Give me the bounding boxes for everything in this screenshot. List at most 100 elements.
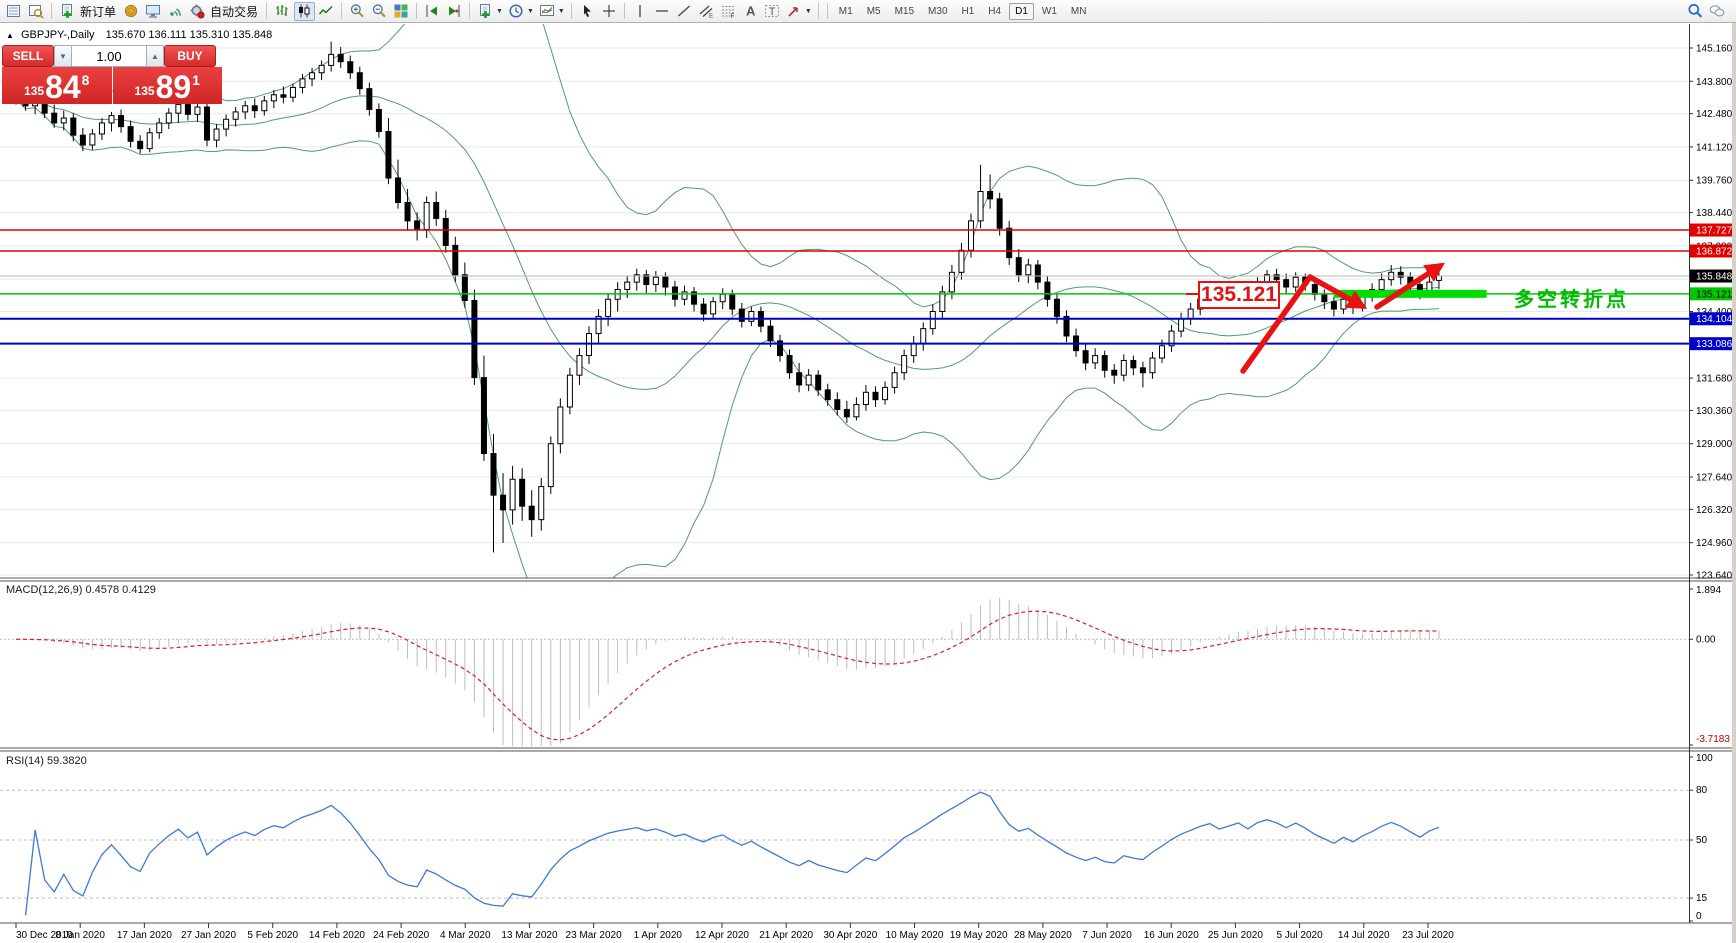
date-label: 30 Apr 2020	[823, 930, 877, 941]
buy-price-sup: 1	[192, 72, 200, 88]
toolbar-separator	[469, 3, 470, 19]
volume-increase-button[interactable]: ▲	[146, 45, 164, 67]
candle-body	[1093, 356, 1098, 363]
candle-body	[138, 141, 143, 148]
timeframe-button-D1[interactable]: D1	[1009, 3, 1034, 20]
timeframe-button-M1[interactable]: M1	[833, 3, 859, 20]
candle-body	[1131, 360, 1136, 367]
date-label: 24 Feb 2020	[373, 930, 430, 941]
sell-price[interactable]: 135 84 8	[2, 67, 112, 104]
candle-body	[969, 221, 974, 250]
candle-body	[1102, 356, 1107, 371]
dropdown-caret-icon[interactable]: ▼	[558, 8, 565, 15]
candle-body	[128, 127, 133, 142]
sell-price-big: 84	[45, 72, 81, 102]
dropdown-caret-icon[interactable]: ▼	[527, 8, 534, 15]
timeframe-button-W1[interactable]: W1	[1036, 3, 1063, 20]
text-icon[interactable]: A	[739, 2, 760, 21]
timeframe-button-H1[interactable]: H1	[956, 3, 981, 20]
candle-body	[1016, 258, 1021, 275]
candle-body	[997, 199, 1002, 228]
text-label-icon[interactable]: T	[761, 2, 782, 21]
candle-body	[90, 134, 95, 145]
date-label: 5 Feb 2020	[247, 930, 298, 941]
auto-scroll-icon[interactable]	[422, 2, 443, 21]
candle-body	[166, 113, 171, 123]
vertical-line-icon[interactable]	[629, 2, 650, 21]
candle-body	[434, 203, 439, 219]
crosshair-icon[interactable]	[598, 2, 619, 21]
candle-body	[71, 118, 76, 135]
cursor-icon[interactable]	[576, 2, 597, 21]
macd-axis-label: -3.7183	[1696, 734, 1730, 745]
candle-body	[701, 304, 706, 314]
callout-connector	[1186, 293, 1198, 295]
price-callout-box[interactable]: 135.121	[1198, 281, 1280, 309]
date-label: 4 Mar 2020	[440, 930, 491, 941]
candle-body	[386, 132, 391, 179]
autotrade-icon[interactable]	[187, 2, 208, 21]
buy-button[interactable]: BUY	[164, 45, 216, 67]
chart-canvas[interactable]: 145.160143.800142.480141.120139.760138.4…	[0, 0, 1736, 943]
search-icon[interactable]	[1685, 2, 1706, 21]
candle-body	[205, 107, 210, 140]
fibonacci-icon[interactable]: F	[717, 2, 738, 21]
chart-profile-icon[interactable]	[536, 2, 557, 21]
price-tick-label: 124.960	[1696, 538, 1733, 549]
zoom-out-icon[interactable]	[369, 2, 390, 21]
chat-icon[interactable]	[1707, 2, 1728, 21]
tile-windows-icon[interactable]	[391, 2, 412, 21]
candle-body	[911, 343, 916, 355]
horizontal-line-icon[interactable]	[651, 2, 672, 21]
chart-shift-icon[interactable]	[444, 2, 465, 21]
periods-clock-icon[interactable]	[505, 2, 526, 21]
candle-body	[147, 133, 152, 149]
candle-body	[825, 390, 830, 400]
volume-decrease-button[interactable]: ▼	[54, 45, 72, 67]
toolbar-item-label[interactable]: 新订单	[80, 3, 116, 20]
toolbar-item-label[interactable]: 自动交易	[210, 3, 258, 20]
candle-body	[80, 135, 85, 145]
candle-body	[415, 221, 420, 230]
add-indicator-icon[interactable]	[475, 2, 496, 21]
dropdown-caret-icon[interactable]: ▼	[496, 8, 503, 15]
timeframe-button-MN[interactable]: MN	[1065, 3, 1093, 20]
timeframe-button-M30[interactable]: M30	[922, 3, 953, 20]
dropdown-caret-icon[interactable]: ▼	[805, 8, 812, 15]
data-window-icon[interactable]	[26, 2, 47, 21]
date-label: 14 Jul 2020	[1338, 930, 1390, 941]
toolbar-separator	[341, 3, 342, 19]
trendline-icon[interactable]	[673, 2, 694, 21]
equidistant-channel-icon[interactable]: E	[695, 2, 716, 21]
rsi-axis-label: 100	[1696, 753, 1713, 764]
candle-body	[481, 378, 486, 454]
candle-body	[443, 218, 448, 245]
collapse-icon[interactable]: ▲	[6, 31, 14, 40]
candle-body	[539, 487, 544, 520]
ohlc-bars-icon[interactable]	[272, 2, 293, 21]
terminal-icon[interactable]	[143, 2, 164, 21]
signal-icon[interactable]	[165, 2, 186, 21]
new-order-icon[interactable]	[57, 2, 78, 21]
candle-body	[930, 311, 935, 328]
turning-point-label: 多空转折点	[1514, 283, 1629, 312]
line-chart-icon[interactable]	[316, 2, 337, 21]
market-watch-icon[interactable]	[4, 2, 25, 21]
timeframe-button-M15[interactable]: M15	[889, 3, 920, 20]
buy-price[interactable]: 135 89 1	[113, 67, 223, 104]
candle-body	[195, 107, 200, 114]
volume-input[interactable]: 1.00	[72, 45, 146, 67]
candle-body	[52, 113, 57, 123]
coin-icon[interactable]	[121, 2, 142, 21]
arrows-icon[interactable]	[783, 2, 804, 21]
timeframe-button-M5[interactable]: M5	[861, 3, 887, 20]
date-label: 21 Apr 2020	[759, 930, 813, 941]
candle-body	[949, 272, 954, 292]
candle-body	[1035, 265, 1040, 282]
sell-button[interactable]: SELL	[2, 45, 54, 67]
candlesticks-icon[interactable]	[294, 2, 315, 21]
price-badge-label: 133.086	[1696, 339, 1733, 350]
candle-body	[1112, 370, 1117, 375]
timeframe-button-H4[interactable]: H4	[982, 3, 1007, 20]
zoom-in-icon[interactable]	[347, 2, 368, 21]
